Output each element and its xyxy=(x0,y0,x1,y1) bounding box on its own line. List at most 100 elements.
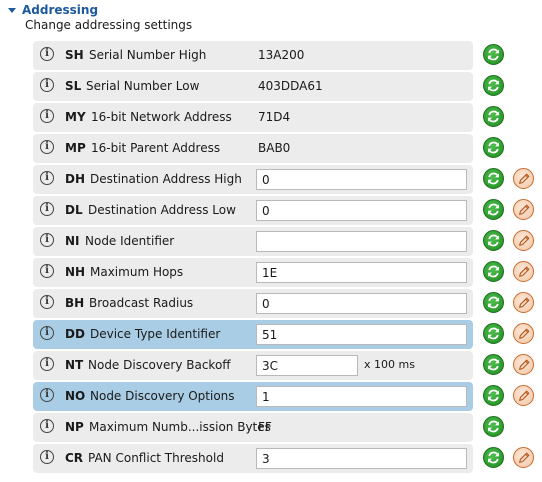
setting-code: MY xyxy=(65,110,86,124)
setting-row-sl[interactable]: i SL Serial Number Low 403DDA61 xyxy=(33,72,542,101)
refresh-icon xyxy=(486,264,501,279)
setting-code: DL xyxy=(65,203,83,217)
setting-value: 71D4 xyxy=(258,110,291,124)
info-icon[interactable]: i xyxy=(40,233,54,247)
setting-row-sh[interactable]: i SH Serial Number High 13A200 xyxy=(33,41,542,70)
setting-code: DD xyxy=(65,327,85,341)
read-button[interactable] xyxy=(483,385,504,406)
read-button[interactable] xyxy=(483,44,504,65)
pencil-icon xyxy=(517,234,531,248)
setting-row-mp[interactable]: i MP 16-bit Parent Address BAB0 xyxy=(33,134,542,163)
write-button[interactable] xyxy=(513,230,534,251)
write-button[interactable] xyxy=(513,447,534,468)
read-button[interactable] xyxy=(483,199,504,220)
setting-name: 16-bit Parent Address xyxy=(91,141,221,155)
setting-row-nh[interactable]: i NH Maximum Hops xyxy=(33,258,542,287)
info-icon[interactable]: i xyxy=(40,47,54,61)
read-button[interactable] xyxy=(483,230,504,251)
setting-name: Node Discovery Options xyxy=(90,389,235,403)
info-icon[interactable]: i xyxy=(40,326,54,340)
setting-value-input[interactable] xyxy=(256,231,467,252)
setting-row-bh[interactable]: i BH Broadcast Radius xyxy=(33,289,542,318)
write-button[interactable] xyxy=(513,261,534,282)
read-button[interactable] xyxy=(483,447,504,468)
read-button[interactable] xyxy=(483,75,504,96)
setting-code: SH xyxy=(65,48,84,62)
setting-name: Destination Address High xyxy=(90,172,242,186)
pencil-icon xyxy=(517,172,531,186)
read-button[interactable] xyxy=(483,261,504,282)
unit-label: x 100 ms xyxy=(364,358,415,371)
setting-row-ni[interactable]: i NI Node Identifier xyxy=(33,227,542,256)
pencil-icon xyxy=(517,389,531,403)
info-icon[interactable]: i xyxy=(40,171,54,185)
setting-value-input[interactable] xyxy=(256,293,467,314)
setting-name: Destination Address Low xyxy=(88,203,236,217)
setting-row-dl[interactable]: i DL Destination Address Low xyxy=(33,196,542,225)
write-button[interactable] xyxy=(513,168,534,189)
refresh-icon xyxy=(486,233,501,248)
setting-row-np[interactable]: i NP Maximum Numb...ission Bytes FF xyxy=(33,413,542,442)
info-icon[interactable]: i xyxy=(40,78,54,92)
info-icon[interactable]: i xyxy=(40,295,54,309)
setting-row-dh[interactable]: i DH Destination Address High xyxy=(33,165,542,194)
write-button[interactable] xyxy=(513,292,534,313)
read-button[interactable] xyxy=(483,354,504,375)
setting-row-dd[interactable]: i DD Device Type Identifier xyxy=(33,320,542,349)
setting-name: Serial Number Low xyxy=(86,79,200,93)
setting-row-no[interactable]: i NO Node Discovery Options xyxy=(33,382,542,411)
info-icon[interactable]: i xyxy=(40,202,54,216)
pencil-icon xyxy=(517,203,531,217)
read-button[interactable] xyxy=(483,106,504,127)
refresh-icon xyxy=(486,140,501,155)
setting-row-cr[interactable]: i CR PAN Conflict Threshold xyxy=(33,444,542,473)
write-button[interactable] xyxy=(513,354,534,375)
info-icon[interactable]: i xyxy=(40,450,54,464)
info-icon[interactable]: i xyxy=(40,264,54,278)
setting-code: NO xyxy=(65,389,86,403)
setting-code: BH xyxy=(65,296,85,310)
collapse-caret-icon[interactable] xyxy=(8,7,16,13)
setting-name: Broadcast Radius xyxy=(89,296,194,310)
write-button[interactable] xyxy=(513,323,534,344)
info-icon[interactable]: i xyxy=(40,419,54,433)
read-button[interactable] xyxy=(483,137,504,158)
setting-name: 16-bit Network Address xyxy=(91,110,232,124)
refresh-icon xyxy=(486,47,501,62)
info-icon[interactable]: i xyxy=(40,357,54,371)
setting-value-input[interactable] xyxy=(256,262,467,283)
setting-value: FF xyxy=(258,420,272,434)
refresh-icon xyxy=(486,78,501,93)
info-icon[interactable]: i xyxy=(40,109,54,123)
read-button[interactable] xyxy=(483,416,504,437)
write-button[interactable] xyxy=(513,199,534,220)
setting-name: Maximum Hops xyxy=(90,265,184,279)
setting-row-nt[interactable]: i NT Node Discovery Backoff x 100 ms xyxy=(33,351,542,380)
write-button[interactable] xyxy=(513,385,534,406)
setting-name: Serial Number High xyxy=(89,48,207,62)
section-header-addressing[interactable]: Addressing xyxy=(6,2,98,18)
setting-code: NH xyxy=(65,265,86,279)
setting-name: Node Discovery Backoff xyxy=(88,358,231,372)
read-button[interactable] xyxy=(483,168,504,189)
refresh-icon xyxy=(486,357,501,372)
setting-value-input[interactable] xyxy=(256,355,358,376)
refresh-icon xyxy=(486,202,501,217)
setting-value-input[interactable] xyxy=(256,200,467,221)
read-button[interactable] xyxy=(483,292,504,313)
setting-code: DH xyxy=(65,172,86,186)
refresh-icon xyxy=(486,171,501,186)
setting-row-my[interactable]: i MY 16-bit Network Address 71D4 xyxy=(33,103,542,132)
setting-value-input[interactable] xyxy=(256,324,467,345)
setting-value-input[interactable] xyxy=(256,386,467,407)
refresh-icon xyxy=(486,295,501,310)
refresh-icon xyxy=(486,450,501,465)
info-icon[interactable]: i xyxy=(40,388,54,402)
setting-value-input[interactable] xyxy=(256,448,467,469)
read-button[interactable] xyxy=(483,323,504,344)
setting-value: 13A200 xyxy=(258,48,305,62)
setting-name: Node Identifier xyxy=(85,234,175,248)
info-icon[interactable]: i xyxy=(40,140,54,154)
setting-name: PAN Conflict Threshold xyxy=(88,451,224,465)
setting-value-input[interactable] xyxy=(256,169,467,190)
